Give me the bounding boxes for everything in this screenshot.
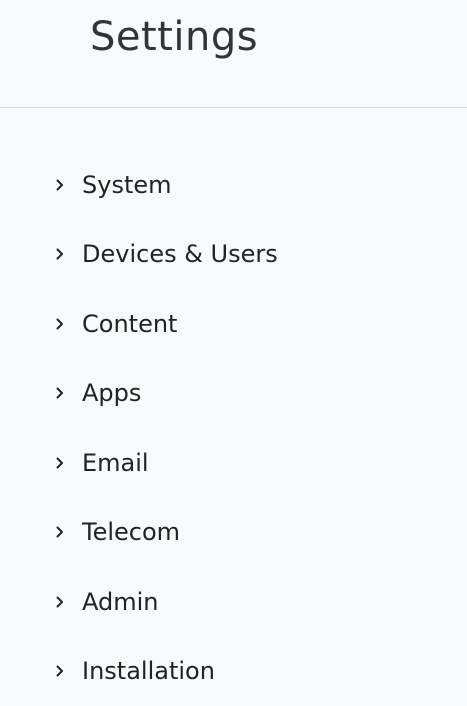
menu-item-admin[interactable]: Admin bbox=[0, 567, 467, 637]
settings-panel: Settings System Devices & Users Content … bbox=[0, 0, 467, 706]
menu-item-label: Content bbox=[82, 309, 178, 338]
menu-item-label: Devices & Users bbox=[82, 240, 278, 269]
menu-item-label: Email bbox=[82, 448, 149, 477]
menu-item-content[interactable]: Content bbox=[0, 289, 467, 359]
menu-item-system[interactable]: System bbox=[0, 150, 467, 220]
chevron-right-icon bbox=[55, 595, 65, 609]
chevron-right-icon bbox=[55, 247, 65, 261]
menu-item-label: System bbox=[82, 170, 172, 199]
menu-item-installation[interactable]: Installation bbox=[0, 637, 467, 706]
settings-menu: System Devices & Users Content Apps Emai… bbox=[0, 150, 467, 706]
menu-item-apps[interactable]: Apps bbox=[0, 359, 467, 429]
chevron-right-icon bbox=[55, 386, 65, 400]
menu-item-email[interactable]: Email bbox=[0, 428, 467, 498]
menu-item-label: Installation bbox=[82, 657, 215, 686]
chevron-right-icon bbox=[55, 525, 65, 539]
menu-item-devices-users[interactable]: Devices & Users bbox=[0, 220, 467, 290]
page-title: Settings bbox=[90, 14, 259, 60]
menu-item-label: Admin bbox=[82, 587, 159, 616]
settings-header: Settings bbox=[0, 0, 467, 108]
chevron-right-icon bbox=[55, 456, 65, 470]
menu-item-label: Telecom bbox=[82, 518, 181, 547]
chevron-right-icon bbox=[55, 317, 65, 331]
menu-item-telecom[interactable]: Telecom bbox=[0, 498, 467, 568]
menu-item-label: Apps bbox=[82, 379, 142, 408]
chevron-right-icon bbox=[55, 178, 65, 192]
chevron-right-icon bbox=[55, 664, 65, 678]
